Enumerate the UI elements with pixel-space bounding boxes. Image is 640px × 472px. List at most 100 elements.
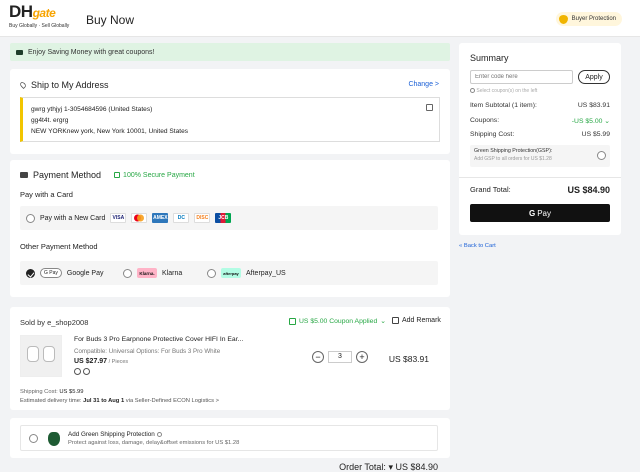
secure-payment-badge: 100% Secure Payment	[114, 172, 195, 179]
gsp-description: Protect against loss, damage, delay&offs…	[68, 440, 240, 446]
dhgate-logo[interactable]: DHgate Buy Globally · Sell Globally	[9, 3, 70, 33]
klarna-radio[interactable]	[123, 268, 132, 278]
jcb-icon: JCB	[215, 213, 232, 223]
item-subtotal-label: Item Subtotal (1 item):	[470, 102, 537, 109]
order-card: Sold by e_shop2008 US $5.00 Coupon Appli…	[10, 307, 450, 410]
page-title: Buy Now	[86, 13, 135, 27]
google-pay-icon: G Pay	[40, 268, 62, 278]
grand-total-value: US $84.90	[567, 185, 610, 195]
wallet-icon	[16, 49, 23, 55]
coupons-dropdown[interactable]: -US $5.00 ⌄	[572, 117, 610, 125]
shipping-cost-label: Shipping Cost:	[20, 389, 60, 395]
gsp-radio[interactable]	[29, 434, 38, 443]
shipping-value: US $5.99	[581, 131, 610, 138]
secure-label: 100% Secure Payment	[123, 171, 195, 179]
coupons-value: -US $5.00	[571, 118, 603, 125]
new-card-radio[interactable]	[26, 213, 35, 223]
card-icon	[20, 172, 28, 178]
buyer-protection-badge[interactable]: Buyer Protection	[555, 12, 622, 26]
product-title[interactable]: For Buds 3 Pro Earpnone Protective Cover…	[74, 336, 246, 343]
delivery-suffix: via Seller-Defined ECON Logistics >	[124, 398, 220, 404]
payment-card: Payment Method 100% Secure Payment Pay w…	[10, 160, 450, 297]
coupons-row: Coupons: -US $5.00 ⌄	[470, 117, 610, 125]
quantity-stepper: − 3 +	[312, 351, 368, 363]
line-total: US $83.91	[388, 354, 429, 364]
location-pin-icon	[19, 81, 27, 89]
seller-line: Sold by e_shop2008	[20, 318, 88, 327]
seller-prefix: Sold by	[20, 318, 48, 327]
return-icon	[74, 368, 81, 375]
gsp-summary-title: Green Shipping Protection(GSP):	[474, 148, 553, 154]
google-g-icon: G	[528, 208, 536, 218]
item-subtotal-value: US $83.91	[577, 102, 610, 109]
lock-icon	[114, 172, 121, 178]
seller-name[interactable]: e_shop2008	[47, 318, 88, 327]
address-section-title: Ship to My Address	[19, 80, 109, 90]
chevron-down-icon: ⌄	[604, 118, 610, 125]
shipping-label: Shipping Cost:	[470, 131, 515, 138]
payment-section-title: Payment Method 100% Secure Payment	[20, 170, 195, 180]
info-icon	[470, 88, 475, 94]
add-remark-button[interactable]: Add Remark	[392, 317, 441, 324]
gsp-summary-radio[interactable]	[597, 151, 606, 160]
grand-total-row: Grand Total: US $84.90	[470, 185, 610, 195]
chevron-down-icon: ⌄	[380, 318, 386, 325]
coupon-applied-dropdown[interactable]: US $5.00 Coupon Applied ⌄	[289, 317, 386, 325]
decrease-quantity-button[interactable]: −	[312, 351, 324, 363]
google-pay-button-label: Pay	[537, 208, 552, 218]
gsp-option[interactable]: Add Green Shipping Protection Protect ag…	[20, 425, 438, 451]
increase-quantity-button[interactable]: +	[356, 351, 368, 363]
top-bar: DHgate Buy Globally · Sell Globally Buy …	[0, 0, 640, 37]
banner-text: Enjoy Saving Money with great coupons!	[28, 48, 155, 56]
shipping-cost: Shipping Cost: US $5.99	[20, 389, 84, 395]
buyer-protection-label: Buyer Protection	[571, 16, 616, 22]
klarna-option[interactable]: Klarna. Klarna	[123, 268, 182, 278]
google-pay-option[interactable]: G Pay Google Pay	[26, 268, 104, 278]
info-icon[interactable]	[156, 431, 162, 437]
amex-icon: AMEX	[152, 213, 169, 223]
summary-panel: Summary Apply Select coupon(s) on the le…	[459, 43, 621, 235]
product-thumbnail[interactable]	[20, 335, 62, 377]
divider	[459, 177, 621, 178]
no-return-icon	[83, 368, 90, 375]
order-total-label: Order Total:	[339, 462, 389, 472]
apply-button[interactable]: Apply	[578, 70, 610, 84]
google-pay-label: Google Pay	[66, 269, 104, 277]
google-pay-button[interactable]: G Pay	[470, 204, 610, 222]
shipping-row: Shipping Cost: US $5.99	[470, 131, 610, 138]
leaf-shield-icon	[48, 432, 60, 446]
shield-icon	[558, 14, 568, 24]
logo-tagline: Buy Globally · Sell Globally	[9, 23, 70, 29]
address-box[interactable]: gwrg ythjyj 1-3054684596 (United States)…	[20, 97, 440, 142]
coupon-hint: Select coupon(s) on the left	[470, 88, 537, 94]
klarna-label: Klarna	[162, 269, 183, 277]
pay-with-card-label: Pay with a Card	[20, 190, 73, 199]
other-payment-label: Other Payment Method	[20, 242, 98, 251]
product-options: Compatible: Universal Options: For Buds …	[74, 348, 221, 355]
gsp-title: Add Green Shipping Protection	[68, 431, 155, 438]
order-total: Order Total: ▾ US $84.90	[339, 462, 438, 472]
afterpay-radio[interactable]	[207, 268, 216, 278]
order-total-value: US $84.90	[395, 462, 438, 472]
edit-icon[interactable]	[426, 104, 433, 111]
gsp-card: Add Green Shipping Protection Protect ag…	[10, 418, 450, 458]
mastercard-icon	[131, 213, 148, 223]
new-card-option[interactable]: Pay with a New Card VISA AMEX DC DISC JC…	[20, 206, 438, 230]
product-badges	[74, 368, 90, 375]
coupon-code-input[interactable]	[470, 70, 573, 84]
address-title: Ship to My Address	[31, 80, 109, 90]
change-address-link[interactable]: Change >	[408, 81, 439, 88]
note-icon	[392, 317, 399, 324]
back-to-cart-link[interactable]: « Back to Cart	[459, 243, 496, 249]
summary-title: Summary	[470, 53, 509, 63]
coupons-label: Coupons:	[470, 117, 500, 124]
unit-price: US $27.97	[74, 358, 108, 365]
price-unit: / Pieces	[107, 359, 129, 365]
grand-total-label: Grand Total:	[470, 185, 511, 194]
delivery-estimate[interactable]: Estimated delivery time: Jul 31 to Aug 1…	[20, 398, 219, 404]
gsp-summary-option[interactable]: Green Shipping Protection(GSP): Add GSP …	[470, 145, 610, 167]
quantity-input[interactable]: 3	[328, 351, 352, 363]
afterpay-option[interactable]: afterpay Afterpay_US	[207, 268, 286, 278]
address-card: Ship to My Address Change > gwrg ythjyj …	[10, 69, 450, 154]
google-pay-radio[interactable]	[26, 268, 35, 278]
